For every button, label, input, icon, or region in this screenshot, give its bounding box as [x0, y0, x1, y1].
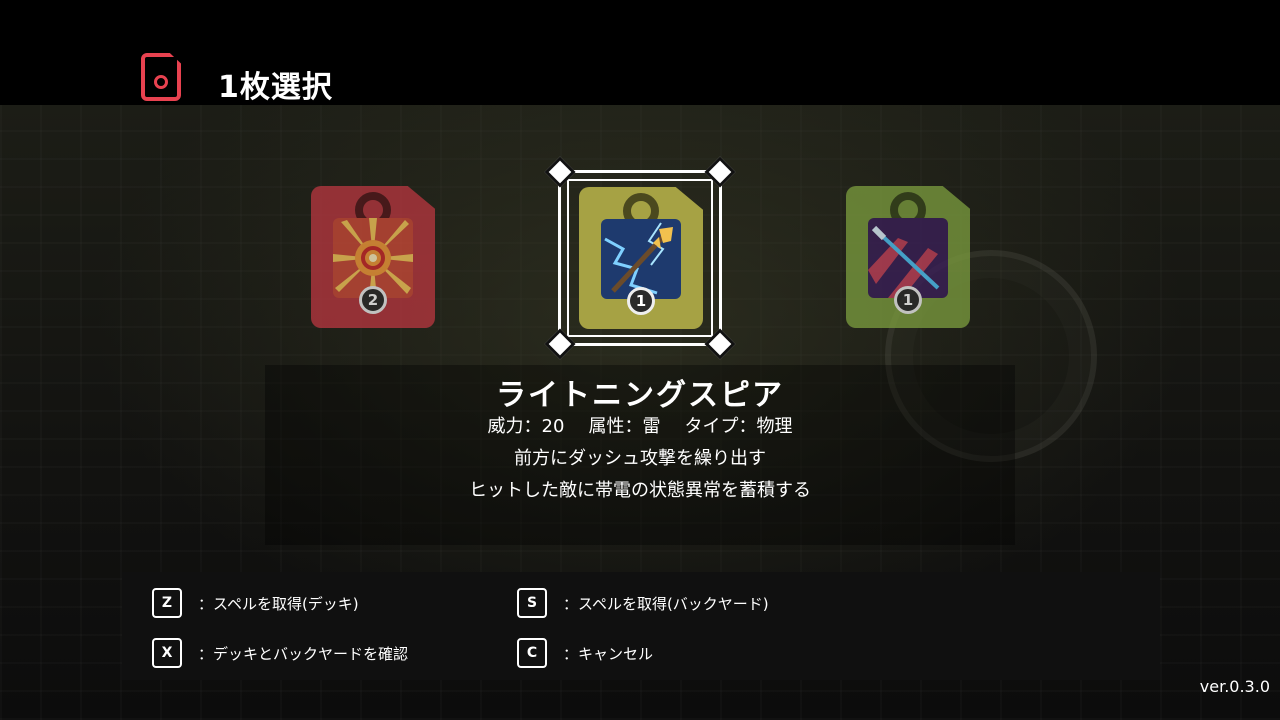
spell-count-badge: 1: [894, 286, 922, 314]
spell-name: ライトニングスピア: [496, 378, 784, 413]
header-bar: 1枚選択: [0, 0, 1280, 105]
spell-description-line-1: 前方にダッシュ攻撃を繰り出す: [514, 448, 766, 469]
key-z-icon: Z: [152, 588, 182, 618]
spell-type: タイプ：物理: [684, 416, 793, 437]
control-acquire-deck[interactable]: Z ：スペルを取得(デッキ): [152, 586, 359, 620]
spell-card-sun-burst[interactable]: 2: [311, 186, 435, 328]
page-title: 1枚選択: [218, 70, 333, 105]
spell-power: 威力：20: [487, 416, 565, 437]
control-label: ：デッキとバックヤードを確認: [198, 644, 409, 663]
key-s-icon: S: [517, 588, 547, 618]
spell-card-icon: [141, 53, 181, 101]
spell-card-blade-slash[interactable]: 1: [846, 186, 970, 328]
version-label: ver.0.3.0: [1199, 677, 1270, 696]
spell-attribute: 属性：雷: [588, 416, 661, 437]
spell-count-badge: 2: [359, 286, 387, 314]
spell-description-line-2: ヒットした敵に帯電の状態異常を蓄積する: [469, 480, 811, 501]
spell-stats: 威力：20 属性：雷 タイプ：物理: [0, 412, 1280, 438]
control-label: ：キャンセル: [563, 644, 654, 663]
key-c-icon: C: [517, 638, 547, 668]
control-acquire-backyard[interactable]: S ：スペルを取得(バックヤード): [517, 586, 769, 620]
control-cancel[interactable]: C ：キャンセル: [517, 636, 653, 670]
control-label: ：スペルを取得(バックヤード): [563, 594, 769, 613]
key-x-icon: X: [152, 638, 182, 668]
control-view-deck-backyard[interactable]: X ：デッキとバックヤードを確認: [152, 636, 408, 670]
control-label: ：スペルを取得(デッキ): [198, 594, 359, 613]
card-selection-cursor: [544, 156, 736, 360]
